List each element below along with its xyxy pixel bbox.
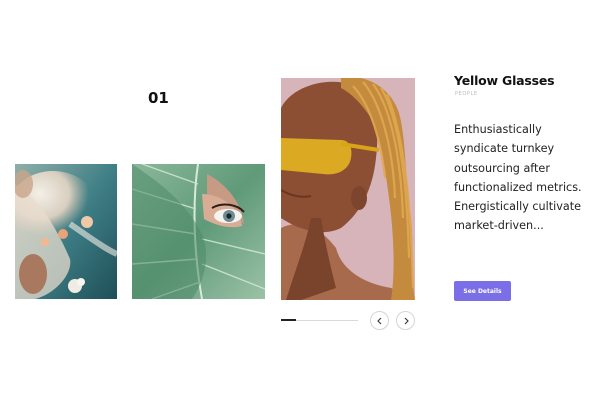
- see-details-button[interactable]: See Details: [454, 281, 511, 301]
- slide-progress-fill: [281, 319, 297, 321]
- slide-number: 01: [148, 89, 169, 107]
- item-description: Enthusiastically syndicate turnkey outso…: [454, 123, 582, 233]
- item-title: Yellow Glasses: [454, 73, 555, 88]
- eye-leaf-image: [132, 164, 265, 299]
- chevron-right-icon: [404, 317, 409, 324]
- slide-progress-track: [281, 319, 358, 321]
- item-category: PEOPLE: [455, 91, 478, 97]
- thumbnail-water-flowers[interactable]: [15, 164, 117, 299]
- thumbnail-eye-leaf[interactable]: [132, 164, 265, 299]
- slider-page: 01 Yellow Glasses PEOPLE Enthusiasticall…: [0, 0, 600, 400]
- next-slide-button[interactable]: [396, 311, 415, 330]
- thumbnail-yellow-glasses[interactable]: [281, 78, 415, 300]
- water-flowers-image: [15, 164, 117, 299]
- prev-slide-button[interactable]: [370, 311, 389, 330]
- yellow-glasses-image: [281, 78, 415, 300]
- chevron-left-icon: [376, 317, 381, 324]
